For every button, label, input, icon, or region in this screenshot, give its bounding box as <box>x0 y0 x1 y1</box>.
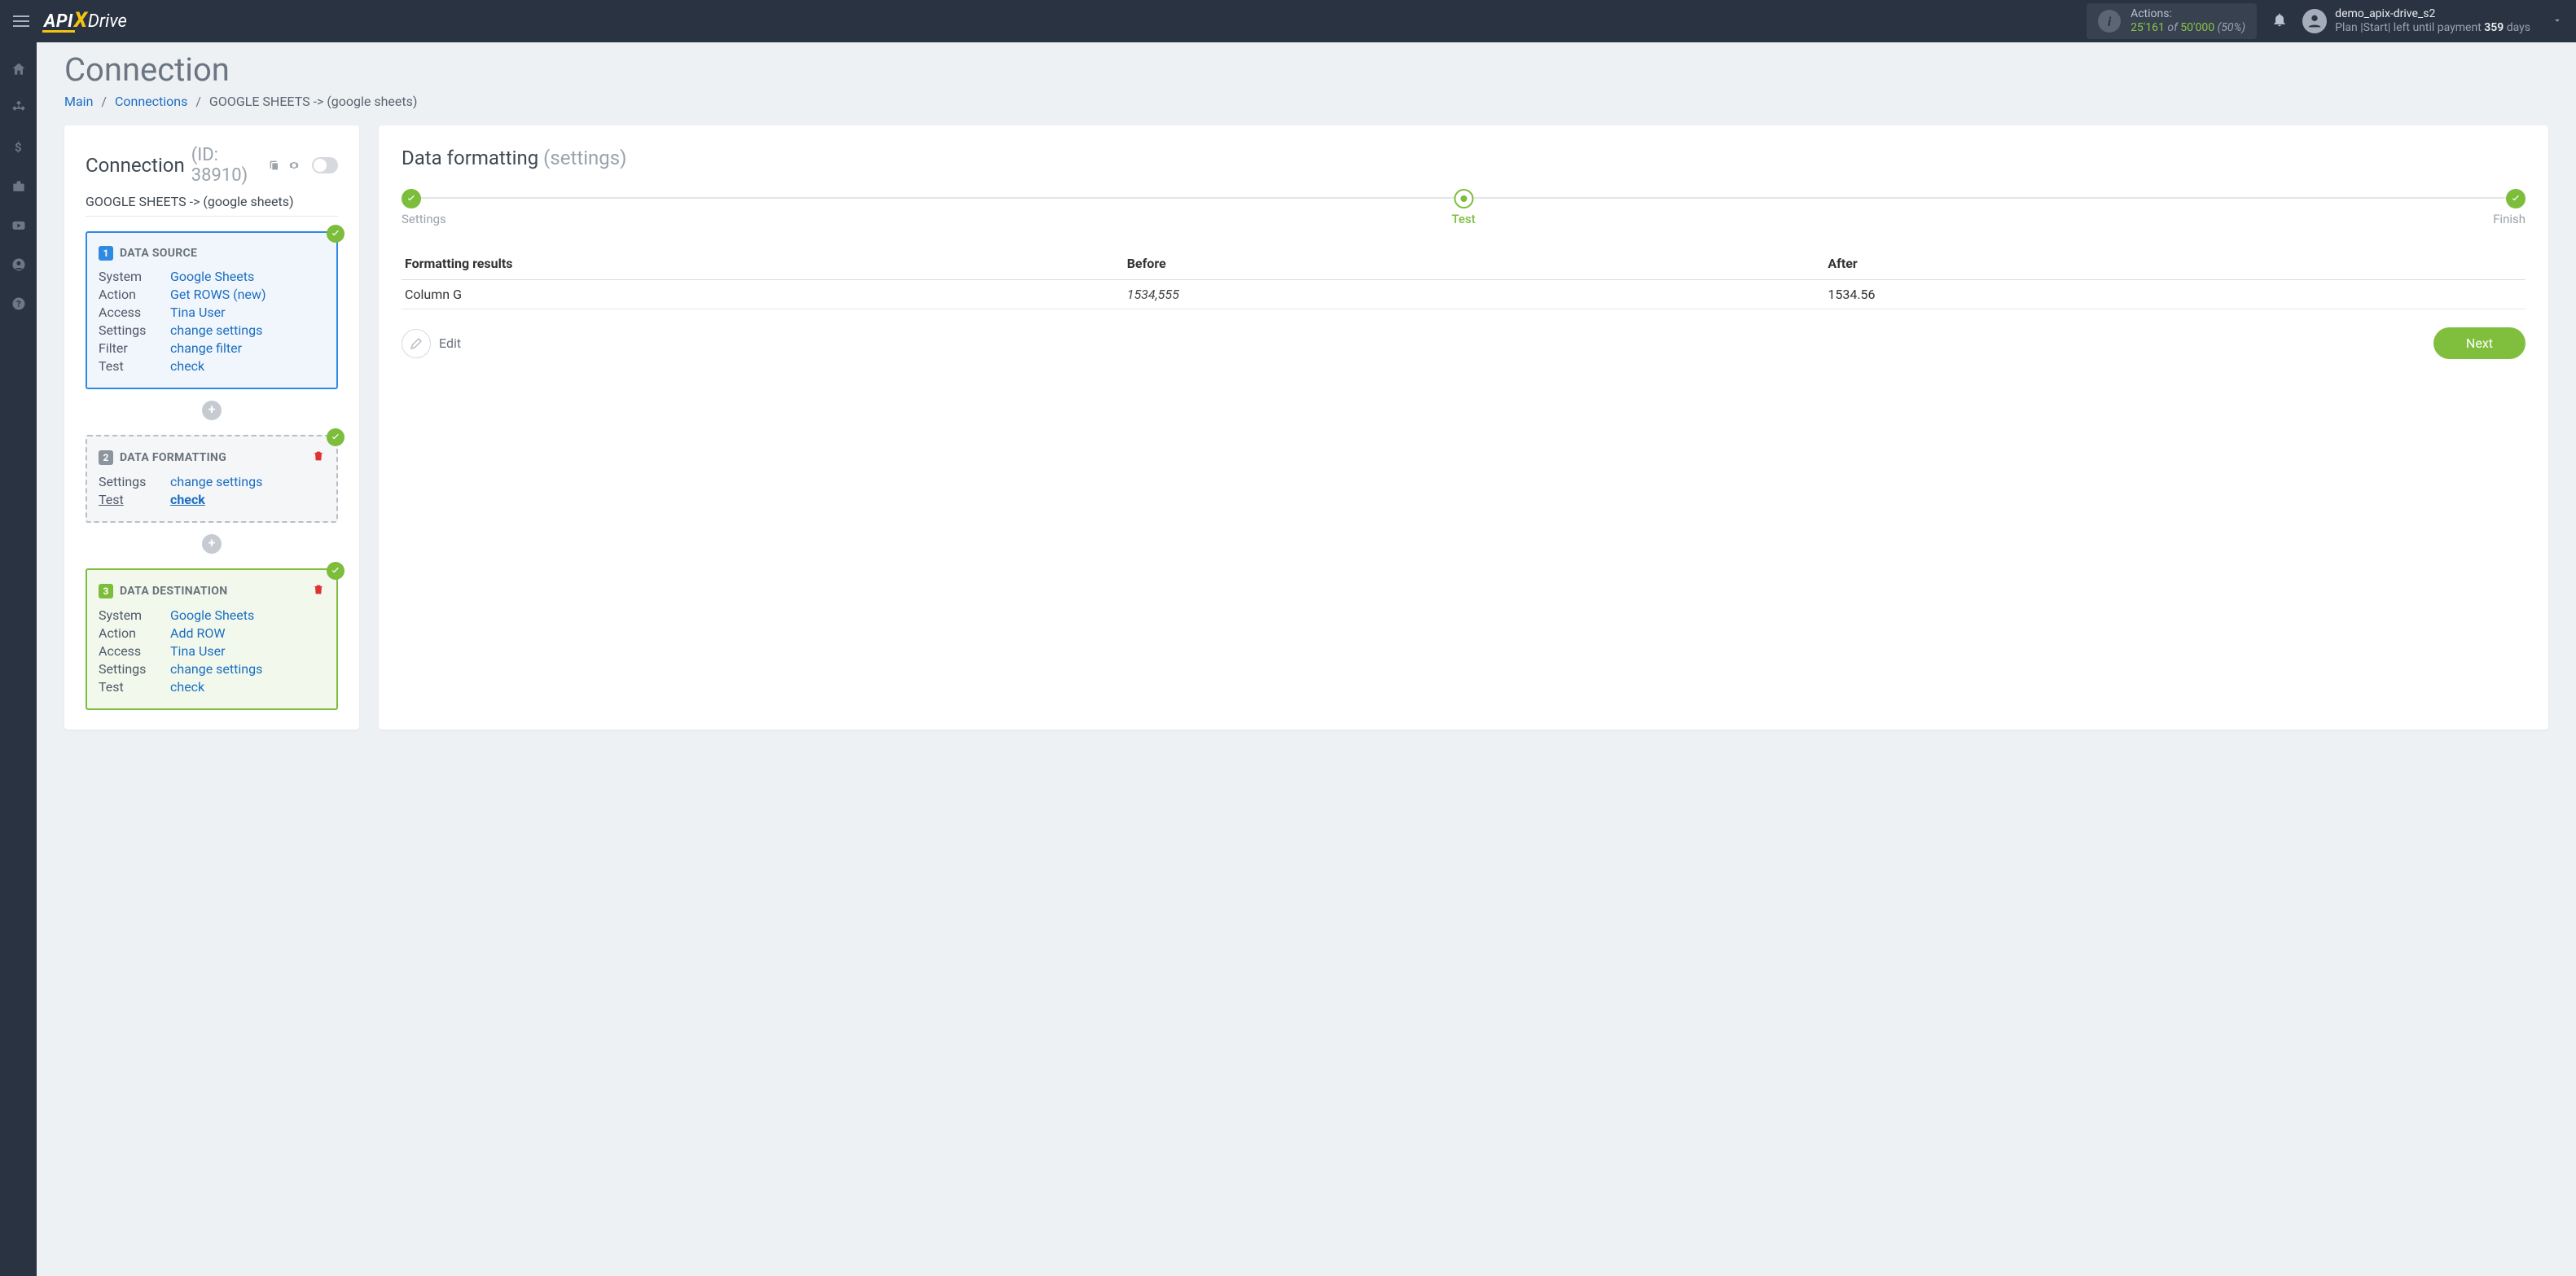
gear-icon[interactable] <box>287 158 301 173</box>
actions-usage-box[interactable]: i Actions: 25'161 of 50'000 (50%) <box>2087 3 2257 39</box>
username: demo_apix-drive_s2 <box>2335 7 2530 21</box>
sidebar-help-icon[interactable]: ? <box>10 295 28 313</box>
actions-used: 25'161 <box>2131 21 2165 34</box>
breadcrumb-current: GOOGLE SHEETS -> (google sheets) <box>209 94 418 109</box>
formatting-panel: Data formatting (settings) Settings Test <box>379 125 2548 730</box>
copy-icon[interactable] <box>268 158 281 173</box>
cell-after: 1534.56 <box>1824 280 2526 309</box>
menu-toggle-button[interactable] <box>13 15 29 27</box>
sidebar-home-icon[interactable] <box>10 60 28 78</box>
sidebar: $ ? <box>0 42 37 1276</box>
cell-name: Column G <box>402 280 1124 309</box>
avatar-icon <box>2302 9 2327 33</box>
actions-pct: (50%) <box>2218 21 2246 34</box>
dest-access-link[interactable]: Tina User <box>170 643 225 659</box>
formatting-test-link[interactable]: check <box>170 492 205 507</box>
check-icon <box>327 428 344 446</box>
dest-system-link[interactable]: Google Sheets <box>170 607 254 623</box>
results-table: Formatting results Before After Column G… <box>402 248 2526 309</box>
actions-total: 50'000 <box>2180 21 2214 34</box>
check-icon <box>327 225 344 243</box>
breadcrumb: Main / Connections / GOOGLE SHEETS -> (g… <box>64 94 2548 109</box>
topbar: APIXDrive i Actions: 25'161 of 50'000 (5… <box>0 0 2576 42</box>
delete-formatting-button[interactable] <box>312 449 325 466</box>
delete-destination-button[interactable] <box>312 583 325 599</box>
add-step-button[interactable]: + <box>202 534 222 554</box>
step-finish[interactable]: Finish <box>2493 189 2526 226</box>
plan-info: Plan |Start| left until payment 359 days <box>2335 21 2530 35</box>
actions-of: of <box>2167 21 2177 34</box>
page-title: Connection <box>64 50 2548 89</box>
panel-subtitle: (settings) <box>543 147 626 169</box>
logo[interactable]: APIXDrive <box>44 9 127 33</box>
source-access-link[interactable]: Tina User <box>170 305 225 320</box>
source-filter-link[interactable]: change filter <box>170 340 242 356</box>
breadcrumb-main[interactable]: Main <box>64 94 93 109</box>
sidebar-video-icon[interactable] <box>10 217 28 235</box>
connection-subtitle: GOOGLE SHEETS -> (google sheets) <box>86 194 338 217</box>
check-icon <box>327 562 344 580</box>
source-test-link[interactable]: check <box>170 358 204 374</box>
destination-title: DATA DESTINATION <box>120 585 227 598</box>
sidebar-billing-icon[interactable]: $ <box>10 138 28 156</box>
user-menu[interactable]: demo_apix-drive_s2 Plan |Start| left unt… <box>2302 7 2530 35</box>
chevron-down-icon[interactable] <box>2552 14 2563 29</box>
panel-title: Data formatting <box>402 147 538 169</box>
data-destination-card: 3 DATA DESTINATION SystemGoogle Sheets A… <box>86 568 338 710</box>
connection-heading: Connection <box>86 154 185 177</box>
formatting-settings-link[interactable]: change settings <box>170 474 262 489</box>
source-title: DATA SOURCE <box>120 247 197 260</box>
table-row: Column G 1534,555 1534.56 <box>402 280 2526 309</box>
svg-text:?: ? <box>16 299 20 309</box>
step-test[interactable]: Test <box>1451 189 1475 226</box>
dest-action-link[interactable]: Add ROW <box>170 625 226 641</box>
connection-panel: Connection (ID: 38910) GOOGLE SHEETS -> … <box>64 125 359 730</box>
connection-id: (ID: 38910) <box>191 145 261 186</box>
notifications-icon[interactable] <box>2271 11 2288 31</box>
th-before: Before <box>1124 248 1825 280</box>
formatting-title: DATA FORMATTING <box>120 451 226 464</box>
sidebar-connections-icon[interactable] <box>10 99 28 117</box>
th-after: After <box>1824 248 2526 280</box>
step-settings[interactable]: Settings <box>402 189 446 226</box>
pencil-icon <box>402 329 431 358</box>
dest-test-link[interactable]: check <box>170 679 204 695</box>
dest-settings-link[interactable]: change settings <box>170 661 262 677</box>
next-button[interactable]: Next <box>2433 327 2526 359</box>
th-results: Formatting results <box>402 248 1124 280</box>
breadcrumb-connections[interactable]: Connections <box>115 94 187 109</box>
step-badge-1: 1 <box>99 246 113 261</box>
source-settings-link[interactable]: change settings <box>170 322 262 338</box>
cell-before: 1534,555 <box>1124 280 1825 309</box>
data-source-card: 1 DATA SOURCE SystemGoogle Sheets Action… <box>86 231 338 389</box>
wizard-stepper: Settings Test Finish <box>402 189 2526 218</box>
svg-text:$: $ <box>15 140 22 155</box>
source-action-link[interactable]: Get ROWS (new) <box>170 287 266 302</box>
sidebar-account-icon[interactable] <box>10 256 28 274</box>
source-system-link[interactable]: Google Sheets <box>170 269 254 284</box>
edit-button[interactable]: Edit <box>402 329 461 358</box>
actions-label: Actions: <box>2131 7 2245 21</box>
sidebar-briefcase-icon[interactable] <box>10 178 28 195</box>
add-step-button[interactable]: + <box>202 401 222 420</box>
connection-toggle[interactable] <box>312 157 338 173</box>
step-badge-2: 2 <box>99 450 113 465</box>
step-badge-3: 3 <box>99 584 113 599</box>
data-formatting-card: 2 DATA FORMATTING Settingschange setting… <box>86 435 338 523</box>
info-icon: i <box>2098 10 2121 33</box>
